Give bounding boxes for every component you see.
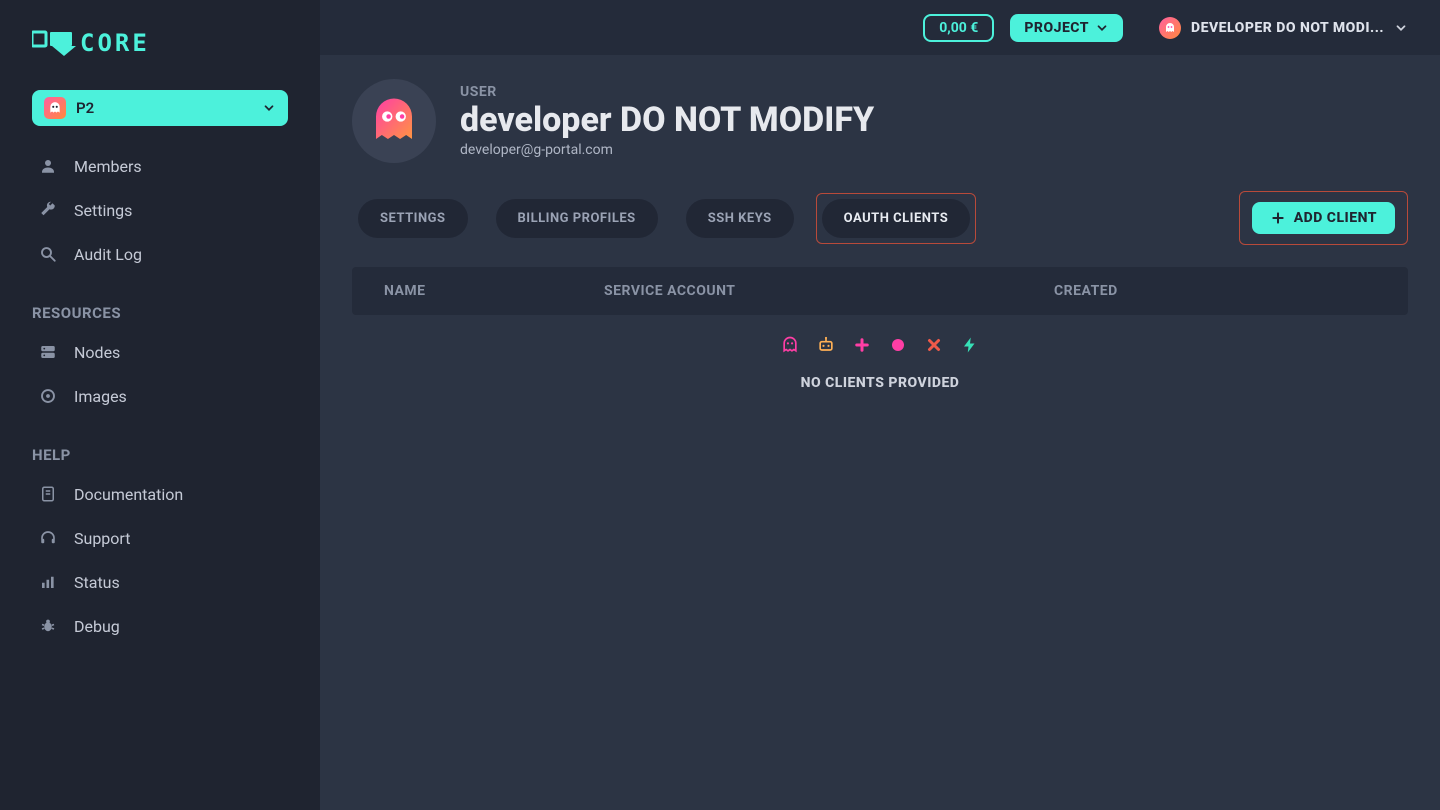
- sidebar-item-support[interactable]: Support: [32, 520, 288, 556]
- sidebar-item-images[interactable]: Images: [32, 378, 288, 414]
- sidebar-item-label: Status: [74, 573, 120, 592]
- sidebar-item-label: Support: [74, 529, 130, 548]
- sidebar-item-settings[interactable]: Settings: [32, 192, 288, 228]
- tab-settings[interactable]: SETTINGS: [358, 199, 468, 238]
- sidebar-item-status[interactable]: Status: [32, 564, 288, 600]
- sidebar: CORE P2 Members Settings Audit Log RESOU…: [0, 0, 320, 810]
- disc-icon: [38, 386, 58, 406]
- tabs: SETTINGS BILLING PROFILES SSH KEYS OAUTH…: [352, 193, 976, 244]
- x-icon: [924, 335, 944, 355]
- project-button-label: PROJECT: [1024, 20, 1089, 36]
- section-header-resources: RESOURCES: [32, 304, 288, 322]
- topbar: 0,00 € PROJECT DEVELOPER DO NOT MODI...: [320, 0, 1440, 55]
- svg-text:CORE: CORE: [80, 29, 150, 57]
- chevron-down-icon: [1095, 21, 1109, 35]
- project-dropdown-button[interactable]: PROJECT: [1010, 14, 1123, 42]
- sidebar-item-label: Images: [74, 387, 127, 406]
- bolt-icon: [960, 335, 980, 355]
- column-header-name: NAME: [384, 283, 604, 299]
- section-header-help: HELP: [32, 446, 288, 464]
- content: USER developer DO NOT MODIFY developer@g…: [320, 55, 1440, 810]
- sidebar-item-label: Nodes: [74, 343, 120, 362]
- user-menu[interactable]: DEVELOPER DO NOT MODI...: [1159, 17, 1408, 39]
- core-logo-icon: CORE: [32, 28, 194, 58]
- search-icon: [38, 244, 58, 264]
- bars-icon: [38, 572, 58, 592]
- add-client-button[interactable]: ADD CLIENT: [1252, 202, 1395, 234]
- user-email: developer@g-portal.com: [460, 142, 874, 158]
- table-header: NAME SERVICE ACCOUNT CREATED: [352, 267, 1408, 315]
- column-header-service-account: SERVICE ACCOUNT: [604, 283, 1054, 299]
- plus-icon: [1270, 210, 1286, 226]
- user-avatar: [352, 79, 436, 163]
- project-selector[interactable]: P2: [32, 90, 288, 126]
- server-icon: [38, 342, 58, 362]
- sidebar-item-label: Debug: [74, 617, 120, 636]
- column-header-created: CREATED: [1054, 283, 1376, 299]
- headset-icon: [38, 528, 58, 548]
- sidebar-item-nodes[interactable]: Nodes: [32, 334, 288, 370]
- tab-ssh-keys[interactable]: SSH KEYS: [686, 199, 794, 238]
- ghost-icon: [44, 97, 66, 119]
- sidebar-item-label: Documentation: [74, 485, 183, 504]
- ghost-icon: [780, 335, 800, 355]
- user-icon: [38, 156, 58, 176]
- user-kicker: USER: [460, 84, 874, 100]
- user-title: developer DO NOT MODIFY: [460, 100, 874, 141]
- balance-badge[interactable]: 0,00 €: [923, 14, 994, 42]
- sidebar-item-documentation[interactable]: Documentation: [32, 476, 288, 512]
- chevron-down-icon: [262, 101, 276, 115]
- sidebar-item-label: Members: [74, 157, 142, 176]
- robot-icon: [816, 335, 836, 355]
- empty-message: NO CLIENTS PROVIDED: [801, 375, 960, 391]
- tab-oauth-clients[interactable]: OAUTH CLIENTS: [822, 199, 971, 238]
- add-client-label: ADD CLIENT: [1294, 210, 1377, 226]
- plus-icon: [852, 335, 872, 355]
- bug-icon: [38, 616, 58, 636]
- circle-icon: [888, 335, 908, 355]
- project-name: P2: [76, 99, 252, 117]
- tabs-row: SETTINGS BILLING PROFILES SSH KEYS OAUTH…: [352, 191, 1408, 245]
- user-menu-label: DEVELOPER DO NOT MODI...: [1191, 20, 1384, 36]
- sidebar-item-label: Audit Log: [74, 245, 142, 264]
- user-header: USER developer DO NOT MODIFY developer@g…: [352, 79, 1408, 163]
- sidebar-item-auditlog[interactable]: Audit Log: [32, 236, 288, 272]
- main: 0,00 € PROJECT DEVELOPER DO NOT MODI...: [320, 0, 1440, 810]
- sidebar-item-label: Settings: [74, 201, 132, 220]
- sidebar-item-members[interactable]: Members: [32, 148, 288, 184]
- ghost-icon: [367, 94, 421, 148]
- sidebar-item-debug[interactable]: Debug: [32, 608, 288, 644]
- book-icon: [38, 484, 58, 504]
- ghost-icon: [1159, 17, 1181, 39]
- brand-logo[interactable]: CORE: [32, 28, 288, 58]
- chevron-down-icon: [1394, 21, 1408, 35]
- tab-billing-profiles[interactable]: BILLING PROFILES: [496, 199, 658, 238]
- empty-icons: [780, 335, 980, 355]
- add-client-highlight: ADD CLIENT: [1239, 191, 1408, 245]
- wrench-icon: [38, 200, 58, 220]
- empty-state: NO CLIENTS PROVIDED: [352, 335, 1408, 391]
- clients-table: NAME SERVICE ACCOUNT CREATED NO CLIENTS …: [352, 267, 1408, 391]
